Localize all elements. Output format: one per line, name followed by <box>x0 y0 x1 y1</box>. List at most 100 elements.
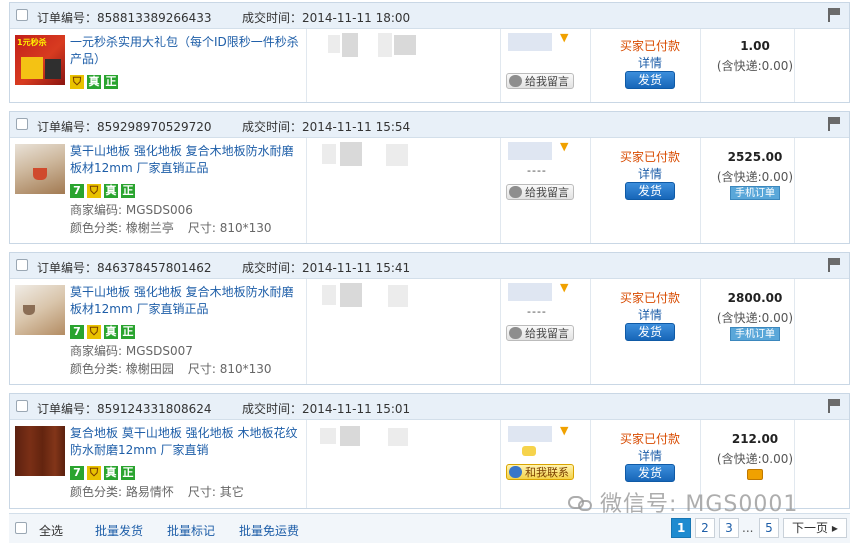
order-price: 212.00 (含快递:0.00) <box>700 432 810 483</box>
genuine-tag: 正 <box>121 325 135 339</box>
contact-icon <box>509 466 522 478</box>
next-page-button[interactable]: 下一页 ▸ <box>783 518 847 538</box>
price-amount: 212.00 <box>731 432 779 446</box>
status-text: 买家已付款 <box>619 432 680 446</box>
status-text: 买家已付款 <box>619 291 680 305</box>
details-link[interactable]: 详情 <box>615 165 685 182</box>
status-text: 买家已付款 <box>619 39 680 53</box>
order-status: 买家已付款 详情 发货 <box>615 289 685 341</box>
order-checkbox[interactable] <box>16 259 28 271</box>
batch-mark-link[interactable]: 批量标记 <box>167 522 215 539</box>
order-header: 订单编号：859124331808624 成交时间：2014-11-11 15:… <box>10 394 849 420</box>
leave-message-button[interactable]: 给我留言 <box>506 73 574 89</box>
leave-message-button[interactable]: 给我留言 <box>506 184 574 200</box>
buyer-flag-icon: ▼ <box>560 31 569 44</box>
order-status: 买家已付款 详情 发货 <box>615 148 685 200</box>
product-thumbnail[interactable] <box>15 426 65 476</box>
seven-day-return-tag: 7 <box>70 325 84 339</box>
genuine-tag: 正 <box>104 75 118 89</box>
batch-ship-link[interactable]: 批量发货 <box>95 522 143 539</box>
select-all-label[interactable]: 全选 <box>39 522 63 539</box>
flag-icon[interactable] <box>827 117 841 131</box>
buyer-flag-icon: ▼ <box>560 140 569 153</box>
product-title-link[interactable]: 莫干山地板 强化地板 复合木地板防水耐磨板材12mm 厂家直销正品 <box>70 143 302 177</box>
ship-button[interactable]: 发货 <box>625 71 675 89</box>
page-3[interactable]: 3 <box>719 518 739 538</box>
redacted-buyer <box>508 426 552 442</box>
ship-button[interactable]: 发货 <box>625 464 675 482</box>
flag-icon[interactable] <box>827 258 841 272</box>
page-1[interactable]: 1 <box>671 518 692 538</box>
batch-free-shipping-link[interactable]: 批量免运费 <box>239 522 299 539</box>
order-checkbox[interactable] <box>16 9 28 21</box>
details-link[interactable]: 详情 <box>615 306 685 323</box>
order-body: 莫干山地板 强化地板 复合木地板防水耐磨板材12mm 厂家直销正品 7 ⛉ 真正 商… <box>10 279 849 384</box>
redacted-buyer <box>322 144 336 164</box>
buyer-flag-icon: ▼ <box>560 424 569 437</box>
order-time: 成交时间：2014-11-11 15:41 <box>242 261 411 275</box>
order-number: 订单编号：859124331808624 <box>37 402 212 416</box>
flag-icon[interactable] <box>827 8 841 22</box>
order-price: 1.00 (含快递:0.00) <box>700 39 810 74</box>
order-body: 1元秒杀 一元秒杀实用大礼包（每个ID限秒一件秒杀产品） ⛉真正 ▼ ---- … <box>10 29 849 102</box>
contact-me-button[interactable]: 和我联系 <box>506 464 574 480</box>
wechat-icon <box>568 494 594 514</box>
order-header: 订单编号：858813389266433 成交时间：2014-11-11 18:… <box>10 3 849 29</box>
order-card: 订单编号：858813389266433 成交时间：2014-11-11 18:… <box>9 2 850 103</box>
chevron-right-icon: ▸ <box>828 521 838 535</box>
product-thumbnail[interactable] <box>15 144 65 194</box>
real-tag: 真 <box>87 75 101 89</box>
order-number: 订单编号：846378457801462 <box>37 261 212 275</box>
product-thumbnail[interactable] <box>15 285 65 335</box>
shipping-fee: (含快递:0.00) <box>716 452 794 466</box>
shipping-fee: (含快递:0.00) <box>716 59 794 73</box>
select-all-checkbox[interactable] <box>15 522 27 534</box>
merchant-code: 商家编码: MGSDS007 <box>70 344 193 358</box>
order-checkbox[interactable] <box>16 400 28 412</box>
product-thumbnail[interactable]: 1元秒杀 <box>15 35 65 85</box>
phone-order-tag: 手机订单 <box>730 327 780 341</box>
order-time: 成交时间：2014-11-11 18:00 <box>242 11 411 25</box>
price-amount: 2800.00 <box>727 291 783 305</box>
product-title-link[interactable]: 一元秒杀实用大礼包（每个ID限秒一件秒杀产品） <box>70 34 302 68</box>
chat-icon <box>509 327 522 339</box>
buyer-note: ---- <box>527 305 547 318</box>
redacted-buyer <box>322 285 336 305</box>
status-text: 买家已付款 <box>619 150 680 164</box>
redacted-buyer <box>328 35 340 53</box>
genuine-tag: 正 <box>121 466 135 480</box>
service-tags: ⛉ 真正 <box>70 75 121 90</box>
details-link[interactable]: 详情 <box>615 447 685 464</box>
page-2[interactable]: 2 <box>695 518 715 538</box>
redacted-buyer <box>388 285 408 307</box>
order-body: 莫干山地板 强化地板 复合木地板防水耐磨板材12mm 厂家直销正品 7 ⛉ 真正 商… <box>10 138 849 243</box>
order-status: 买家已付款 详情 发货 <box>615 37 685 89</box>
order-header: 订单编号：859298970529720 成交时间：2014-11-11 15:… <box>10 112 849 138</box>
redacted-buyer <box>340 283 362 307</box>
page-5[interactable]: 5 <box>759 518 779 538</box>
seven-day-return-tag: 7 <box>70 466 84 480</box>
page-ellipsis: ... <box>742 521 754 535</box>
order-card: 订单编号：859298970529720 成交时间：2014-11-11 15:… <box>9 111 850 244</box>
price-amount: 1.00 <box>740 39 770 53</box>
sku-info: 颜色分类: 路易情怀 尺寸: 其它 <box>70 485 244 499</box>
chat-icon <box>509 75 522 87</box>
order-checkbox[interactable] <box>16 118 28 130</box>
redacted-buyer <box>340 142 362 166</box>
details-link[interactable]: 详情 <box>615 54 685 71</box>
product-title-link[interactable]: 莫干山地板 强化地板 复合木地板防水耐磨板材12mm 厂家直销正品 <box>70 284 302 318</box>
merchant-code: 商家编码: MGSDS006 <box>70 203 193 217</box>
shield-icon: ⛉ <box>70 75 84 89</box>
card-payment-icon <box>747 469 763 480</box>
ship-button[interactable]: 发货 <box>625 182 675 200</box>
ship-button[interactable]: 发货 <box>625 323 675 341</box>
shield-icon: ⛉ <box>87 325 101 339</box>
product-title-link[interactable]: 复合地板 莫干山地板 强化地板 木地板花纹防水耐磨12mm 厂家直销 <box>70 425 302 459</box>
buyer-note: ---- <box>527 164 547 177</box>
leave-message-button[interactable]: 给我留言 <box>506 325 574 341</box>
flag-icon[interactable] <box>827 399 841 413</box>
order-time: 成交时间：2014-11-11 15:01 <box>242 402 411 416</box>
chat-bubble-icon <box>522 446 536 456</box>
phone-order-tag: 手机订单 <box>730 186 780 200</box>
real-tag: 真 <box>104 466 118 480</box>
